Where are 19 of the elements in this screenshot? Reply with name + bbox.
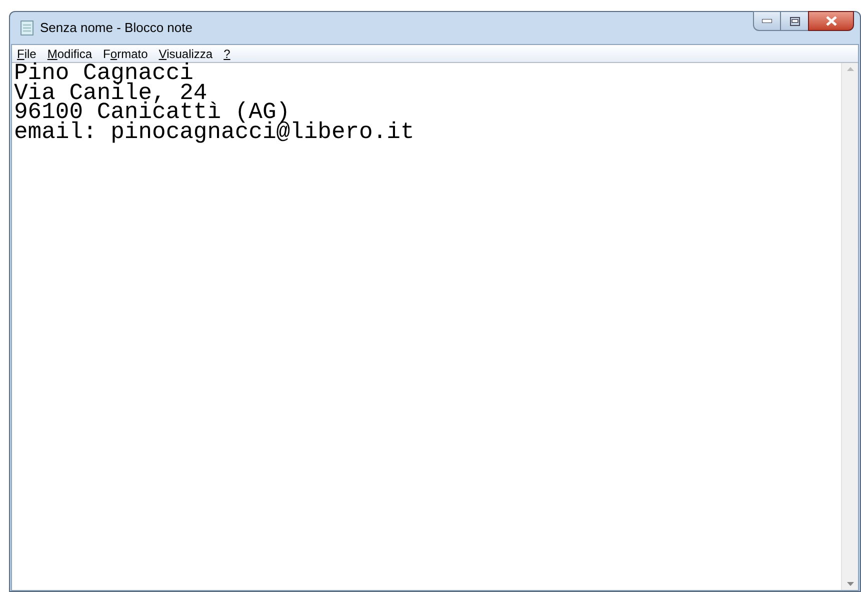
maximize-icon bbox=[790, 16, 800, 26]
scroll-down-icon[interactable] bbox=[846, 582, 854, 586]
scrollbar[interactable] bbox=[841, 63, 858, 590]
notepad-icon bbox=[20, 20, 34, 36]
minimize-icon bbox=[762, 19, 772, 23]
menu-item[interactable]: Formato bbox=[103, 44, 148, 62]
maximize-button[interactable] bbox=[781, 11, 808, 31]
menu-item[interactable]: File bbox=[17, 44, 36, 62]
window-title: Senza nome - Blocco note bbox=[40, 19, 192, 38]
close-button[interactable] bbox=[808, 11, 854, 31]
menu-item[interactable]: Visualizza bbox=[158, 44, 213, 62]
menu-item[interactable]: ? bbox=[224, 44, 230, 62]
text-line: Pino Cagnacci bbox=[14, 64, 194, 84]
menu-item[interactable]: Modifica bbox=[47, 44, 92, 62]
close-icon bbox=[826, 16, 836, 26]
text-line: email: pinocagnacci@libero.it bbox=[14, 122, 416, 142]
text-line: Via Canile, 24 bbox=[14, 84, 208, 103]
minimize-button[interactable] bbox=[753, 11, 781, 31]
text-line: 96100 Canicattì (AG) bbox=[14, 103, 290, 122]
